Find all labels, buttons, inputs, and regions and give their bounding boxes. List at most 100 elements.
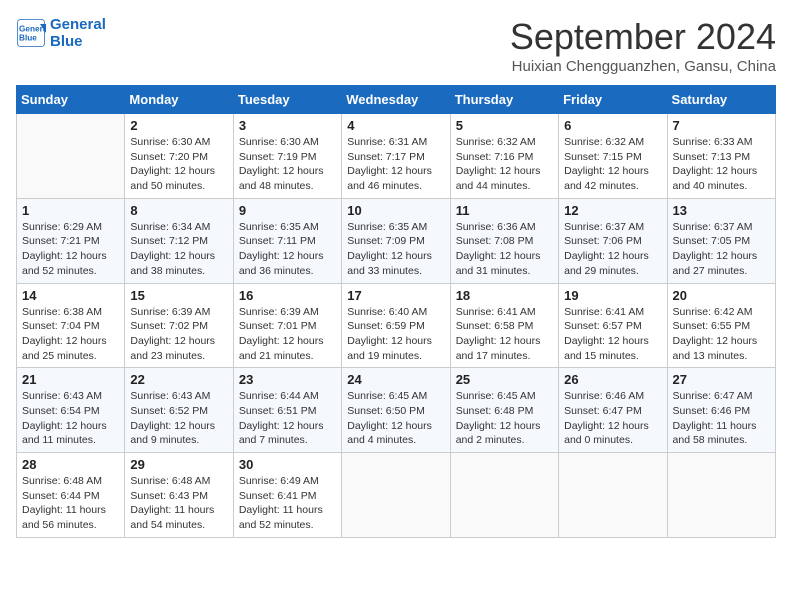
calendar-day-cell: 6 Sunrise: 6:32 AMSunset: 7:15 PMDaylight… [559,114,667,199]
day-number: 23 [239,372,336,387]
col-tuesday: Tuesday [233,86,341,114]
calendar-day-cell: 10 Sunrise: 6:35 AMSunset: 7:09 PMDayligh… [342,198,450,283]
day-number: 11 [456,203,553,218]
calendar-day-cell: 11Sunrise: 6:36 AMSunset: 7:08 PMDayligh… [450,198,558,283]
day-number: 21 [22,372,119,387]
day-number: 18 [456,288,553,303]
day-number: 20 [673,288,770,303]
calendar-day-cell: 8Sunrise: 6:34 AMSunset: 7:12 PMDaylight… [125,198,233,283]
calendar-day-cell [17,114,125,199]
calendar-day-cell: 9 Sunrise: 6:35 AMSunset: 7:11 PMDaylight… [233,198,341,283]
day-info: Sunrise: 6:45 AMSunset: 6:48 PMDaylight:… [456,389,553,448]
day-info: Sunrise: 6:32 AMSunset: 7:16 PMDaylight:… [456,135,553,194]
day-number: 27 [673,372,770,387]
day-number: 14 [22,288,119,303]
col-friday: Friday [559,86,667,114]
calendar-day-cell: 20Sunrise: 6:42 AMSunset: 6:55 PMDayligh… [667,283,775,368]
day-info: Sunrise: 6:31 AMSunset: 7:17 PMDaylight:… [347,135,444,194]
day-number: 17 [347,288,444,303]
calendar-day-cell: 7 Sunrise: 6:33 AMSunset: 7:13 PMDaylight… [667,114,775,199]
day-number: 9 [239,203,336,218]
day-number: 28 [22,457,119,472]
calendar-day-cell: 17 Sunrise: 6:40 AMSunset: 6:59 PMDayligh… [342,283,450,368]
col-wednesday: Wednesday [342,86,450,114]
day-info: Sunrise: 6:40 AMSunset: 6:59 PMDaylight:… [347,305,444,364]
calendar-week-row: 21 Sunrise: 6:43 AMSunset: 6:54 PMDayligh… [17,368,776,453]
calendar-day-cell: 15Sunrise: 6:39 AMSunset: 7:02 PMDayligh… [125,283,233,368]
day-number: 1 [22,203,119,218]
calendar-header-row: Sunday Monday Tuesday Wednesday Thursday… [17,86,776,114]
col-sunday: Sunday [17,86,125,114]
calendar-day-cell: 23 Sunrise: 6:44 AMSunset: 6:51 PMDayligh… [233,368,341,453]
day-number: 12 [564,203,661,218]
calendar-day-cell [450,453,558,538]
day-info: Sunrise: 6:34 AMSunset: 7:12 PMDaylight:… [130,220,227,279]
day-info: Sunrise: 6:30 AMSunset: 7:20 PMDaylight:… [130,135,227,194]
month-title: September 2024 [510,16,776,58]
logo: General Blue GeneralBlue [16,16,106,50]
svg-text:Blue: Blue [19,34,37,43]
day-info: Sunrise: 6:30 AMSunset: 7:19 PMDaylight:… [239,135,336,194]
calendar-day-cell: 25 Sunrise: 6:45 AMSunset: 6:48 PMDayligh… [450,368,558,453]
calendar-day-cell: 21 Sunrise: 6:43 AMSunset: 6:54 PMDayligh… [17,368,125,453]
calendar-day-cell: 24Sunrise: 6:45 AMSunset: 6:50 PMDayligh… [342,368,450,453]
day-number: 6 [564,118,661,133]
col-monday: Monday [125,86,233,114]
day-number: 4 [347,118,444,133]
day-number: 22 [130,372,227,387]
day-number: 16 [239,288,336,303]
calendar-week-row: 14 Sunrise: 6:38 AMSunset: 7:04 PMDayligh… [17,283,776,368]
day-info: Sunrise: 6:48 AMSunset: 6:43 PMDaylight:… [130,474,227,533]
calendar-day-cell: 14 Sunrise: 6:38 AMSunset: 7:04 PMDayligh… [17,283,125,368]
calendar-week-row: 2 Sunrise: 6:30 AMSunset: 7:20 PMDaylight… [17,114,776,199]
calendar-day-cell: 26Sunrise: 6:46 AMSunset: 6:47 PMDayligh… [559,368,667,453]
calendar-day-cell: 5 Sunrise: 6:32 AMSunset: 7:16 PMDaylight… [450,114,558,199]
day-info: Sunrise: 6:38 AMSunset: 7:04 PMDaylight:… [22,305,119,364]
day-info: Sunrise: 6:39 AMSunset: 7:01 PMDaylight:… [239,305,336,364]
calendar-day-cell: 27Sunrise: 6:47 AMSunset: 6:46 PMDayligh… [667,368,775,453]
calendar-day-cell: 13Sunrise: 6:37 AMSunset: 7:05 PMDayligh… [667,198,775,283]
calendar-table: Sunday Monday Tuesday Wednesday Thursday… [16,85,776,538]
day-number: 10 [347,203,444,218]
title-section: September 2024 Huixian Chengguanzhen, Ga… [510,16,776,75]
calendar-day-cell: 12Sunrise: 6:37 AMSunset: 7:06 PMDayligh… [559,198,667,283]
day-number: 15 [130,288,227,303]
day-info: Sunrise: 6:44 AMSunset: 6:51 PMDaylight:… [239,389,336,448]
day-number: 5 [456,118,553,133]
day-number: 2 [130,118,227,133]
calendar-day-cell: 16 Sunrise: 6:39 AMSunset: 7:01 PMDayligh… [233,283,341,368]
day-info: Sunrise: 6:49 AMSunset: 6:41 PMDaylight:… [239,474,336,533]
calendar-day-cell: 18 Sunrise: 6:41 AMSunset: 6:58 PMDayligh… [450,283,558,368]
day-info: Sunrise: 6:43 AMSunset: 6:52 PMDaylight:… [130,389,227,448]
day-number: 3 [239,118,336,133]
day-info: Sunrise: 6:48 AMSunset: 6:44 PMDaylight:… [22,474,119,533]
day-number: 25 [456,372,553,387]
day-info: Sunrise: 6:32 AMSunset: 7:15 PMDaylight:… [564,135,661,194]
calendar-day-cell: 28 Sunrise: 6:48 AMSunset: 6:44 PMDayligh… [17,453,125,538]
col-thursday: Thursday [450,86,558,114]
day-number: 19 [564,288,661,303]
day-info: Sunrise: 6:46 AMSunset: 6:47 PMDaylight:… [564,389,661,448]
calendar-day-cell: 22 Sunrise: 6:43 AMSunset: 6:52 PMDayligh… [125,368,233,453]
calendar-day-cell: 19Sunrise: 6:41 AMSunset: 6:57 PMDayligh… [559,283,667,368]
calendar-day-cell [559,453,667,538]
calendar-day-cell: 3 Sunrise: 6:30 AMSunset: 7:19 PMDaylight… [233,114,341,199]
day-info: Sunrise: 6:35 AMSunset: 7:09 PMDaylight:… [347,220,444,279]
day-info: Sunrise: 6:41 AMSunset: 6:58 PMDaylight:… [456,305,553,364]
day-info: Sunrise: 6:35 AMSunset: 7:11 PMDaylight:… [239,220,336,279]
day-number: 7 [673,118,770,133]
page-header: General Blue GeneralBlue September 2024 … [16,16,776,75]
calendar-day-cell [667,453,775,538]
location-title: Huixian Chengguanzhen, Gansu, China [510,58,776,75]
day-info: Sunrise: 6:45 AMSunset: 6:50 PMDaylight:… [347,389,444,448]
calendar-day-cell: 30 Sunrise: 6:49 AMSunset: 6:41 PMDayligh… [233,453,341,538]
day-info: Sunrise: 6:33 AMSunset: 7:13 PMDaylight:… [673,135,770,194]
calendar-week-row: 28 Sunrise: 6:48 AMSunset: 6:44 PMDayligh… [17,453,776,538]
logo-text: GeneralBlue [50,16,106,50]
day-number: 30 [239,457,336,472]
logo-icon: General Blue [16,18,46,48]
calendar-day-cell [342,453,450,538]
calendar-day-cell: 1Sunrise: 6:29 AMSunset: 7:21 PMDaylight… [17,198,125,283]
day-info: Sunrise: 6:43 AMSunset: 6:54 PMDaylight:… [22,389,119,448]
day-number: 13 [673,203,770,218]
